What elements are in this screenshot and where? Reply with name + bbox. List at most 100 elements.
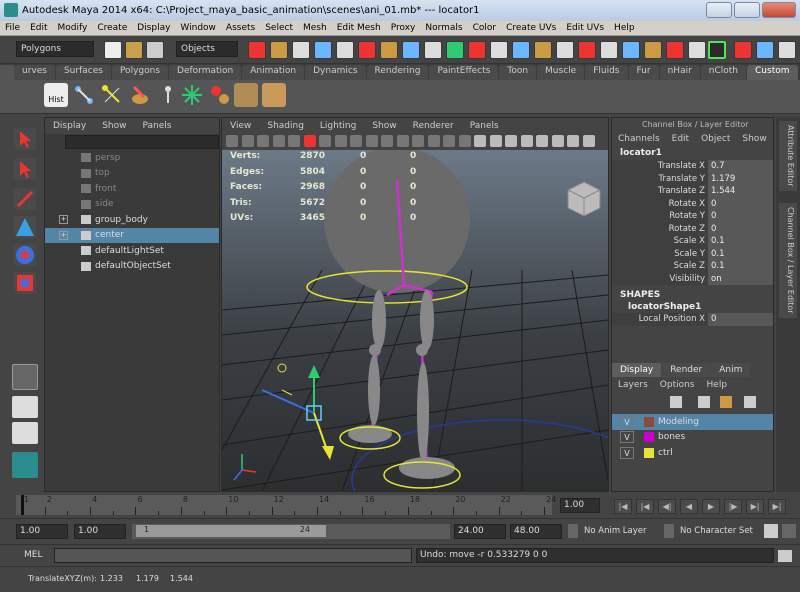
shelf-tab-painteffects[interactable]: PaintEffects — [429, 65, 499, 80]
menu-help[interactable]: Help — [609, 23, 640, 33]
viewport-tool-icon[interactable] — [272, 135, 285, 147]
viewport-tool-icon[interactable] — [226, 135, 238, 147]
viewport-tool-icon[interactable] — [365, 135, 378, 147]
attribute-row[interactable]: Translate Y 1.179 — [612, 172, 773, 185]
status-tool-icon[interactable] — [578, 41, 596, 59]
perspective-viewport[interactable]: View Shading Lighting Show Renderer Panels — [221, 117, 609, 492]
shelf-tab-toon[interactable]: Toon — [499, 65, 537, 80]
viewport-tool-icon[interactable] — [443, 135, 455, 147]
shape-node-name[interactable]: locatorShape1 — [612, 301, 773, 313]
status-tool-icon[interactable] — [600, 41, 618, 59]
two-pane-layout-icon[interactable] — [12, 422, 38, 444]
status-tool-icon[interactable] — [556, 41, 574, 59]
playback-end-field[interactable]: 24.00 — [454, 524, 506, 539]
menu-window[interactable]: Window — [175, 23, 221, 33]
layer-tab-render[interactable]: Render — [662, 363, 711, 377]
layer-menu-help[interactable]: Help — [701, 380, 734, 390]
render-icon[interactable] — [778, 41, 796, 59]
attribute-row[interactable]: Translate X 0.7 — [612, 160, 773, 173]
shelf-menu-icon[interactable] — [0, 65, 14, 80]
viewport-menu-view[interactable]: View — [222, 121, 259, 131]
status-tool-icon[interactable] — [336, 41, 354, 59]
channel-menu-channels[interactable]: Channels — [612, 134, 666, 144]
menu-select[interactable]: Select — [260, 23, 298, 33]
attribute-value[interactable]: 0.7 — [708, 160, 773, 173]
shelf-tab-dynamics[interactable]: Dynamics — [305, 65, 366, 80]
viewport-menu-renderer[interactable]: Renderer — [405, 121, 462, 131]
channel-menu-object[interactable]: Object — [695, 134, 736, 144]
playback-start-field[interactable]: 1.00 — [74, 524, 126, 539]
play-forwards-icon[interactable]: ▶ — [702, 499, 720, 514]
status-tool-icon[interactable] — [688, 41, 706, 59]
status-tool-icon[interactable] — [380, 41, 398, 59]
step-back-frame-icon[interactable]: ◀| — [658, 499, 676, 514]
status-tool-icon[interactable] — [292, 41, 310, 59]
attribute-value[interactable]: 0.1 — [708, 247, 773, 260]
viewport-tool-icon[interactable] — [567, 135, 579, 147]
channel-menu-show[interactable]: Show — [736, 134, 772, 144]
viewport-tool-icon[interactable] — [334, 135, 347, 147]
status-tool-icon[interactable] — [622, 41, 640, 59]
play-backwards-icon[interactable]: ◀ — [680, 499, 698, 514]
viewport-tool-icon[interactable] — [427, 135, 440, 147]
status-tool-icon[interactable] — [512, 41, 530, 59]
menu-set-dropdown[interactable]: Polygons — [16, 41, 94, 57]
viewport-menu-shading[interactable]: Shading — [259, 121, 312, 131]
viewport-tool-icon[interactable] — [474, 135, 486, 147]
shelf-tab-ncloth[interactable]: nCloth — [700, 65, 747, 80]
attribute-row[interactable]: Visibility on — [612, 272, 773, 285]
layer-menu-options[interactable]: Options — [654, 380, 701, 390]
attribute-row[interactable]: Local Position X 0 — [612, 313, 773, 326]
shelf-tab-deformation[interactable]: Deformation — [169, 65, 242, 80]
layer-menu-layers[interactable]: Layers — [612, 380, 654, 390]
attribute-value[interactable]: 0 — [708, 313, 773, 326]
rotate-tool-icon[interactable] — [14, 244, 36, 266]
viewport-tool-icon[interactable] — [303, 135, 316, 147]
scale-tool-icon[interactable] — [14, 272, 36, 294]
step-forward-key-icon[interactable]: ▶| — [746, 499, 764, 514]
attribute-row[interactable]: Scale Y 0.1 — [612, 247, 773, 260]
expand-toggle-icon[interactable]: + — [59, 230, 68, 240]
layer-color-swatch[interactable] — [644, 416, 654, 427]
snap-toggle-icon[interactable] — [708, 41, 726, 59]
lattice-icon[interactable] — [234, 83, 258, 107]
go-to-start-icon[interactable]: |◀ — [614, 499, 632, 514]
step-back-key-icon[interactable]: |◀ — [636, 499, 654, 514]
current-time-indicator[interactable] — [21, 495, 24, 515]
viewport-tool-icon[interactable] — [582, 135, 595, 147]
viewport-tool-icon[interactable] — [505, 135, 517, 147]
step-forward-frame-icon[interactable]: |▶ — [724, 499, 742, 514]
command-input[interactable] — [54, 548, 412, 563]
display-layer-row[interactable]: Vctrl — [612, 445, 773, 461]
status-tool-icon[interactable] — [270, 41, 288, 59]
display-layer-row[interactable]: Vbones — [612, 430, 773, 446]
outliner-menu-display[interactable]: Display — [45, 121, 94, 131]
attribute-row[interactable]: Scale Z 0.1 — [612, 260, 773, 273]
minimize-button[interactable] — [706, 2, 732, 18]
viewport-tool-icon[interactable] — [536, 135, 548, 147]
joint-tool-icon[interactable] — [72, 83, 96, 107]
new-scene-icon[interactable] — [104, 41, 122, 59]
anim-layer-dropdown[interactable]: No Anim Layer — [584, 526, 647, 536]
viewport-tool-icon[interactable] — [412, 135, 424, 147]
script-editor-icon[interactable] — [778, 550, 792, 562]
save-scene-icon[interactable] — [146, 41, 164, 59]
status-tool-icon[interactable] — [644, 41, 662, 59]
attribute-row[interactable]: Scale X 0.1 — [612, 235, 773, 248]
status-tool-icon[interactable] — [666, 41, 684, 59]
select-tool-icon[interactable] — [14, 128, 36, 150]
status-tool-icon[interactable] — [248, 41, 266, 59]
shelf-tab-animation[interactable]: Animation — [242, 65, 305, 80]
range-bar[interactable]: 1 24 — [132, 524, 450, 539]
outliner-item[interactable]: + center — [45, 227, 219, 243]
attribute-row[interactable]: Rotate Y0 — [612, 210, 773, 223]
viewport-tool-icon[interactable] — [551, 135, 564, 147]
viewport-tool-icon[interactable] — [257, 135, 269, 147]
open-scene-icon[interactable] — [125, 41, 143, 59]
maximize-button[interactable] — [734, 2, 760, 18]
outliner-menu-show[interactable]: Show — [94, 121, 134, 131]
outliner-item[interactable]: + group_body — [45, 212, 219, 228]
viewport-menu-show[interactable]: Show — [364, 121, 404, 131]
layer-visibility-toggle[interactable]: V — [620, 431, 634, 444]
move-tool-icon[interactable] — [14, 216, 36, 238]
